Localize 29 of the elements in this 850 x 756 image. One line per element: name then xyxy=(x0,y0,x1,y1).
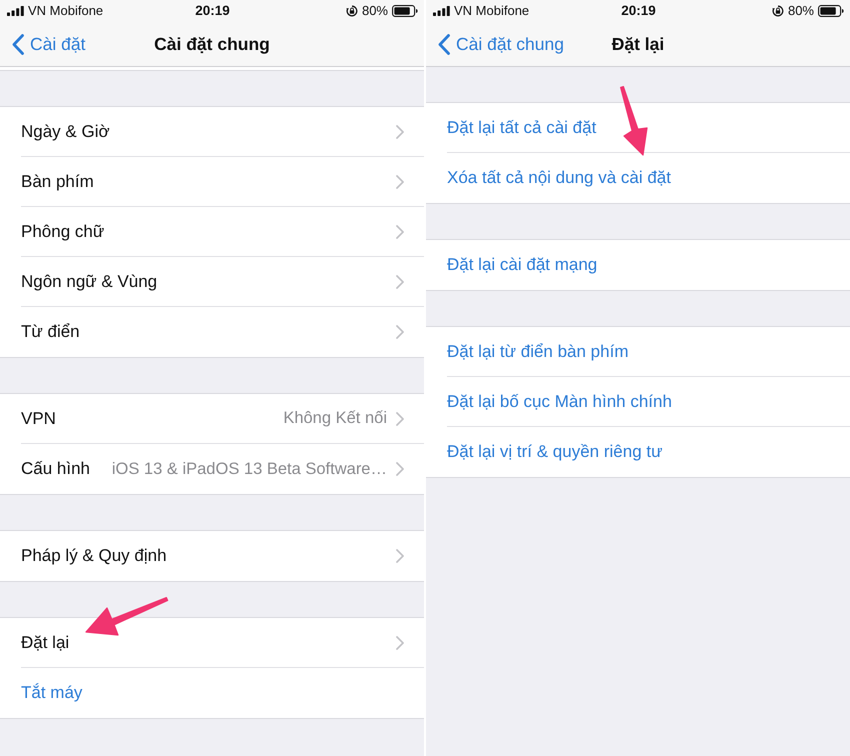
back-button[interactable]: Cài đặt xyxy=(0,26,90,62)
orientation-lock-icon xyxy=(772,5,784,17)
chevron-icon xyxy=(396,325,404,339)
back-chevron-icon xyxy=(12,34,24,54)
back-button[interactable]: Cài đặt chung xyxy=(426,26,568,62)
orientation-lock-icon xyxy=(346,5,358,17)
battery-icon xyxy=(818,5,844,17)
clock-time: 20:19 xyxy=(621,2,656,20)
signal-icon xyxy=(7,6,24,16)
battery-percent: 80% xyxy=(788,2,814,20)
signal-icon xyxy=(433,6,450,16)
chevron-icon xyxy=(396,636,404,650)
chevron-icon xyxy=(396,549,404,563)
nav-title: Cài đặt chung xyxy=(154,32,270,56)
battery-icon xyxy=(392,5,418,17)
back-chevron-icon xyxy=(438,34,450,54)
chevron-icon xyxy=(396,174,404,188)
chevron-icon xyxy=(396,124,404,138)
chevron-icon xyxy=(396,224,404,238)
carrier-name: VN Mobifone xyxy=(28,2,104,20)
battery-percent: 80% xyxy=(362,2,388,20)
carrier-name: VN Mobifone xyxy=(454,2,530,20)
chevron-icon xyxy=(396,412,404,426)
chevron-icon xyxy=(396,274,404,288)
chevron-icon xyxy=(396,462,404,476)
clock-time: 20:19 xyxy=(195,2,230,20)
nav-title: Đặt lại xyxy=(612,32,664,56)
row-value: Không Kết nối xyxy=(282,408,387,430)
row-value: iOS 13 & iPadOS 13 Beta Software… xyxy=(110,458,387,480)
